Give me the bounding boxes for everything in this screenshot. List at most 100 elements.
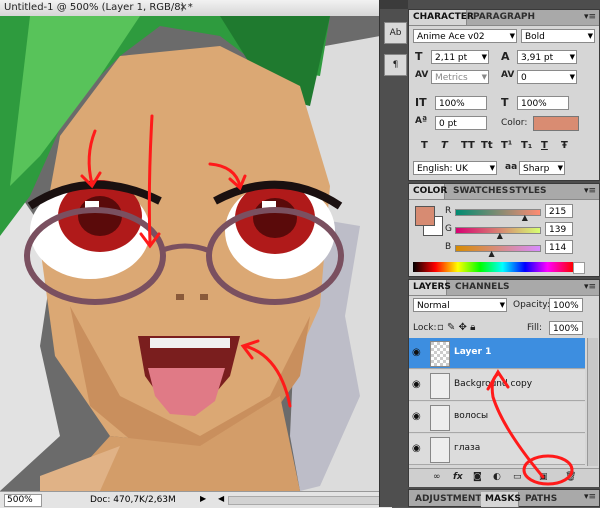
horizontal-scale-field[interactable]: 100% <box>517 96 569 110</box>
layer-name: волосы <box>454 411 489 421</box>
panel-menu-icon[interactable]: ▾≡ <box>584 492 596 502</box>
panels-column: CHARACTER PARAGRAPH ▾≡ Anime Ace v02 ▼ Bo… <box>408 0 600 507</box>
layer-row[interactable]: ◉ Background copy <box>409 370 585 401</box>
document-tab[interactable]: Untitled-1 @ 500% (Layer 1, RGB/8) * × <box>0 0 380 17</box>
chevron-down-icon: ▼ <box>481 53 487 61</box>
font-family-select[interactable]: Anime Ace v02 ▼ <box>413 29 517 43</box>
tab-layers[interactable]: LAYERS <box>409 280 451 295</box>
tab-adjustments[interactable]: ADJUSTMENTS <box>411 492 492 507</box>
folder-icon[interactable]: ▭ <box>513 472 522 482</box>
new-layer-icon[interactable]: ▣ <box>539 472 548 482</box>
channel-b-label: B <box>445 242 452 252</box>
layers-scrollbar[interactable] <box>587 338 598 466</box>
channel-b-slider[interactable] <box>455 245 541 252</box>
tab-styles[interactable]: STYLES <box>505 184 551 199</box>
blend-mode-value: Normal <box>417 301 450 311</box>
antialias-select[interactable]: Sharp ▼ <box>519 161 565 175</box>
eye-icon[interactable]: ◉ <box>412 347 421 358</box>
tab-masks[interactable]: MASKS <box>481 492 521 507</box>
eye-icon[interactable]: ◉ <box>412 411 421 422</box>
superscript-button[interactable]: T¹ <box>501 140 512 151</box>
font-style-value: Bold <box>525 32 545 42</box>
all-caps-button[interactable]: TT <box>461 140 475 151</box>
status-menu-icon[interactable]: ▶ <box>200 494 206 503</box>
tracking-icon: AV <box>501 70 515 80</box>
small-caps-button[interactable]: Tt <box>481 140 493 151</box>
font-size-value: 2,11 pt <box>435 53 468 63</box>
opacity-field[interactable]: 100% <box>549 298 583 312</box>
scroll-left-icon[interactable]: ◀ <box>218 494 224 503</box>
layer-mask-icon[interactable]: ◙ <box>473 472 482 482</box>
channel-g-field[interactable]: 139 <box>545 222 573 236</box>
color-spectrum-bar[interactable] <box>413 262 573 272</box>
layer-thumbnail <box>430 437 450 463</box>
faux-italic-button[interactable]: T <box>441 140 448 151</box>
font-size-field[interactable]: 2,11 pt ▼ <box>431 50 489 64</box>
strikethrough-button[interactable]: Ŧ <box>561 140 568 151</box>
trash-icon[interactable]: 🗑︎ <box>565 472 576 482</box>
language-select[interactable]: English: UK ▼ <box>413 161 497 175</box>
canvas-image[interactable] <box>0 16 380 491</box>
layer-row[interactable]: ◉ Layer 1 <box>409 338 585 369</box>
tab-color[interactable]: COLOR <box>409 184 447 199</box>
link-layers-icon[interactable]: ∞ <box>433 472 441 482</box>
layers-tabbar: LAYERS CHANNELS ▾≡ <box>409 280 599 296</box>
eye-icon[interactable]: ◉ <box>412 443 421 454</box>
opacity-label: Opacity: <box>513 300 550 310</box>
blend-mode-select[interactable]: Normal ▼ <box>413 298 507 312</box>
character-panel: CHARACTER PARAGRAPH ▾≡ Anime Ace v02 ▼ Bo… <box>408 9 600 181</box>
layers-footer: ∞ fx ◙ ◐ ▭ ▣ 🗑︎ <box>409 468 599 487</box>
panel-menu-icon[interactable]: ▾≡ <box>584 282 596 292</box>
leading-field[interactable]: 3,91 pt ▼ <box>517 50 577 64</box>
channel-r-field[interactable]: 215 <box>545 204 573 218</box>
tab-channels[interactable]: CHANNELS <box>451 280 514 295</box>
strip-header <box>380 0 409 9</box>
white-swatch[interactable] <box>573 262 585 274</box>
text-color-swatch[interactable] <box>533 116 579 131</box>
channel-r-label: R <box>445 206 452 216</box>
fx-icon[interactable]: fx <box>453 472 463 482</box>
layer-row[interactable]: ◉ волосы <box>409 402 585 433</box>
layer-thumbnail <box>430 405 450 431</box>
character-panel-icon[interactable]: Ab <box>384 22 407 44</box>
tracking-field[interactable]: 0 ▼ <box>517 70 577 84</box>
character-tabbar: CHARACTER PARAGRAPH ▾≡ <box>409 10 599 26</box>
panel-menu-icon[interactable]: ▾≡ <box>584 186 596 196</box>
horizontal-scrollbar[interactable] <box>228 496 380 505</box>
chevron-down-icon: ▼ <box>509 32 515 40</box>
zoom-field[interactable]: 500% <box>4 494 42 507</box>
adjustment-layer-icon[interactable]: ◐ <box>493 472 501 482</box>
layer-row[interactable]: ◉ глаза <box>409 434 585 465</box>
baseline-shift-field[interactable]: 0 pt <box>435 116 487 130</box>
paragraph-panel-icon[interactable]: ¶ <box>384 54 407 76</box>
subscript-button[interactable]: T₁ <box>521 140 532 151</box>
font-style-select[interactable]: Bold ▼ <box>521 29 595 43</box>
panel-menu-icon[interactable]: ▾≡ <box>584 12 596 22</box>
chevron-down-icon: ▼ <box>557 164 563 172</box>
color-label: Color: <box>501 118 528 128</box>
kerning-field[interactable]: Metrics ▼ <box>431 70 489 84</box>
language-value: English: UK <box>417 164 468 174</box>
channel-r-thumb[interactable]: ▲ <box>522 213 528 222</box>
tab-paragraph[interactable]: PARAGRAPH <box>469 10 539 25</box>
chevron-down-icon: ▼ <box>481 73 487 81</box>
foreground-color-swatch[interactable] <box>415 206 435 226</box>
channel-r-slider[interactable] <box>455 209 541 216</box>
lock-icons[interactable]: ▫ ✎ ✥ 🔒︎ <box>437 322 475 333</box>
chevron-down-icon: ▼ <box>569 73 575 81</box>
tab-swatches[interactable]: SWATCHES <box>449 184 512 199</box>
tab-paths[interactable]: PATHS <box>521 492 561 507</box>
channel-b-field[interactable]: 114 <box>545 240 573 254</box>
eye-icon[interactable]: ◉ <box>412 379 421 390</box>
tab-character[interactable]: CHARACTER <box>409 10 474 25</box>
fill-field[interactable]: 100% <box>549 321 583 335</box>
faux-bold-button[interactable]: T <box>421 140 428 151</box>
leading-value: 3,91 pt <box>521 53 554 63</box>
fill-value: 100% <box>553 324 579 334</box>
channel-b-thumb[interactable]: ▲ <box>489 249 495 258</box>
underline-button[interactable]: T <box>541 140 548 151</box>
close-icon[interactable]: × <box>177 1 190 14</box>
chevron-down-icon: ▼ <box>569 53 575 61</box>
channel-g-thumb[interactable]: ▲ <box>497 231 503 240</box>
vertical-scale-field[interactable]: 100% <box>435 96 487 110</box>
